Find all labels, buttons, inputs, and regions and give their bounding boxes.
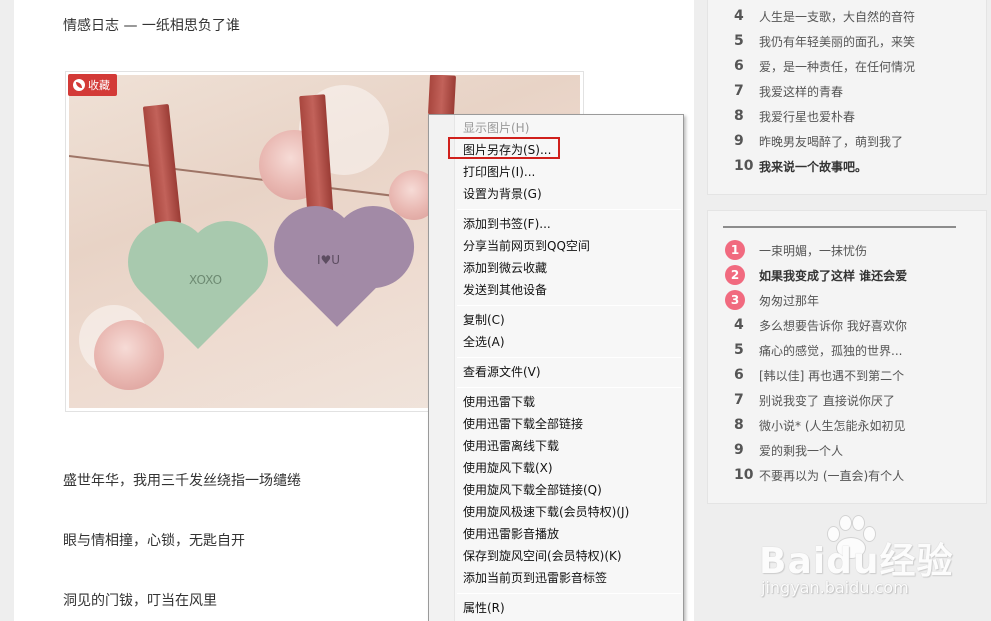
menu-item-show-image[interactable]: 显示图片(H) <box>463 120 529 136</box>
clothespin <box>427 75 457 116</box>
ranking-item[interactable]: 6 [韩以佳] 再也遇不到第二个 <box>725 364 904 386</box>
ranking-item[interactable]: 3 匆匆过那年 <box>725 289 819 311</box>
ranking-item[interactable]: 9 昨晚男友喝醉了，萌到我了 <box>725 130 903 152</box>
watermark-brand: Baidu经验 <box>759 541 954 582</box>
ranking-item[interactable]: 7 别说我变了 直接说你厌了 <box>725 389 895 411</box>
menu-item-view-source[interactable]: 查看源文件(V) <box>463 364 541 380</box>
ranking-item[interactable]: 4 人生是一支歌，大自然的音符 <box>725 5 915 27</box>
ranking-item[interactable]: 2 如果我变成了这样 谁还会爱 <box>725 264 907 286</box>
menu-separator <box>457 357 681 358</box>
baidu-jingyan-watermark: Baidu经验 jingyan.baidu.com <box>757 512 987 612</box>
watermark-url: jingyan.baidu.com <box>761 578 909 597</box>
ranking-item[interactable]: 7 我爱这样的青春 <box>725 80 843 102</box>
context-menu: 显示图片(H) 图片另存为(S)... 打印图片(I)... 设置为背景(G) … <box>428 114 684 621</box>
menu-separator <box>457 305 681 306</box>
menu-item-xuanfeng-download-all[interactable]: 使用旋风下载全部链接(Q) <box>463 482 602 498</box>
collect-button[interactable]: 收藏 <box>68 74 117 96</box>
heart-text: I♥U <box>317 253 341 267</box>
menu-item-add-bookmark[interactable]: 添加到书签(F)... <box>463 216 551 232</box>
ranking-item[interactable]: 10 不要再以为 (一直会)有个人 <box>725 464 904 486</box>
collect-label: 收藏 <box>88 79 110 92</box>
menu-item-print-image[interactable]: 打印图片(I)... <box>463 164 535 180</box>
menu-item-thunder-player[interactable]: 使用迅雷影音播放 <box>463 526 559 542</box>
ranking-item[interactable]: 8 我爱行星也爱朴春 <box>725 105 855 127</box>
menu-item-save-image-as[interactable]: 图片另存为(S)... <box>463 142 551 158</box>
leaf-icon <box>73 79 85 91</box>
menu-icon-gutter <box>429 115 455 621</box>
heart-tag-purple <box>286 225 388 327</box>
menu-item-save-xuanfeng-space[interactable]: 保存到旋风空间(会员特权)(K) <box>463 548 622 564</box>
ranking-item[interactable]: 8 微小说* (人生怎能永如初见 <box>725 414 906 436</box>
sidebar-ranking-top: 4 人生是一支歌，大自然的音符 5 我仍有年轻美丽的面孔，来笑 6 爱，是一种责任，在… <box>707 0 987 195</box>
ranking-item[interactable]: 5 我仍有年轻美丽的面孔，来笑 <box>725 30 915 52</box>
menu-item-select-all[interactable]: 全选(A) <box>463 334 505 350</box>
menu-item-thunder-download-all[interactable]: 使用迅雷下载全部链接 <box>463 416 583 432</box>
menu-item-thunder-offline[interactable]: 使用迅雷离线下载 <box>463 438 559 454</box>
menu-item-xuanfeng-download[interactable]: 使用旋风下载(X) <box>463 460 553 476</box>
menu-item-set-as-background[interactable]: 设置为背景(G) <box>463 186 542 202</box>
heart-tag-green <box>140 233 256 349</box>
ranking-item[interactable]: 5 痛心的感觉，孤独的世界... <box>725 339 902 361</box>
ranking-item[interactable]: 9 爱的剩我一个人 <box>725 439 843 461</box>
clothespin <box>142 103 182 227</box>
article-paragraph: 洞见的门钹，叮当在风里 <box>63 593 217 609</box>
menu-item-send-to-device[interactable]: 发送到其他设备 <box>463 282 547 298</box>
menu-item-thunder-player-tag[interactable]: 添加当前页到迅雷影音标签 <box>463 570 607 586</box>
article-paragraph: 盛世年华，我用三千发丝绕指一场缱绻 <box>63 473 301 489</box>
menu-item-weiyun-favorite[interactable]: 添加到微云收藏 <box>463 260 547 276</box>
menu-item-copy[interactable]: 复制(C) <box>463 312 505 328</box>
article-paragraph: 眼与情相撞，心锁，无匙自开 <box>63 533 245 549</box>
ranking-item[interactable]: 4 多么想要告诉你 我好喜欢你 <box>725 314 907 336</box>
heart-text: XOXO <box>189 273 223 287</box>
menu-item-thunder-download[interactable]: 使用迅雷下载 <box>463 394 535 410</box>
rose-image <box>94 320 164 390</box>
menu-item-xuanfeng-speed[interactable]: 使用旋风极速下载(会员特权)(J) <box>463 504 629 520</box>
ranking-item[interactable]: 10 我来说一个故事吧。 <box>725 155 867 177</box>
menu-separator <box>457 593 681 594</box>
panel-divider <box>723 226 956 228</box>
menu-separator <box>457 387 681 388</box>
ranking-item[interactable]: 6 爱，是一种责任，在任何情况 <box>725 55 915 77</box>
sidebar-ranking-bottom: 1 一束明媚，一抹忧伤 2 如果我变成了这样 谁还会爱 3 匆匆过那年 4 多么想要告诉… <box>707 210 987 504</box>
article-heading: 情感日志 — 一纸相思负了谁 <box>63 18 240 34</box>
menu-separator <box>457 209 681 210</box>
menu-item-properties[interactable]: 属性(R) <box>463 600 505 616</box>
ranking-item[interactable]: 1 一束明媚，一抹忧伤 <box>725 239 867 261</box>
menu-item-share-qzone[interactable]: 分享当前网页到QQ空间 <box>463 238 590 254</box>
